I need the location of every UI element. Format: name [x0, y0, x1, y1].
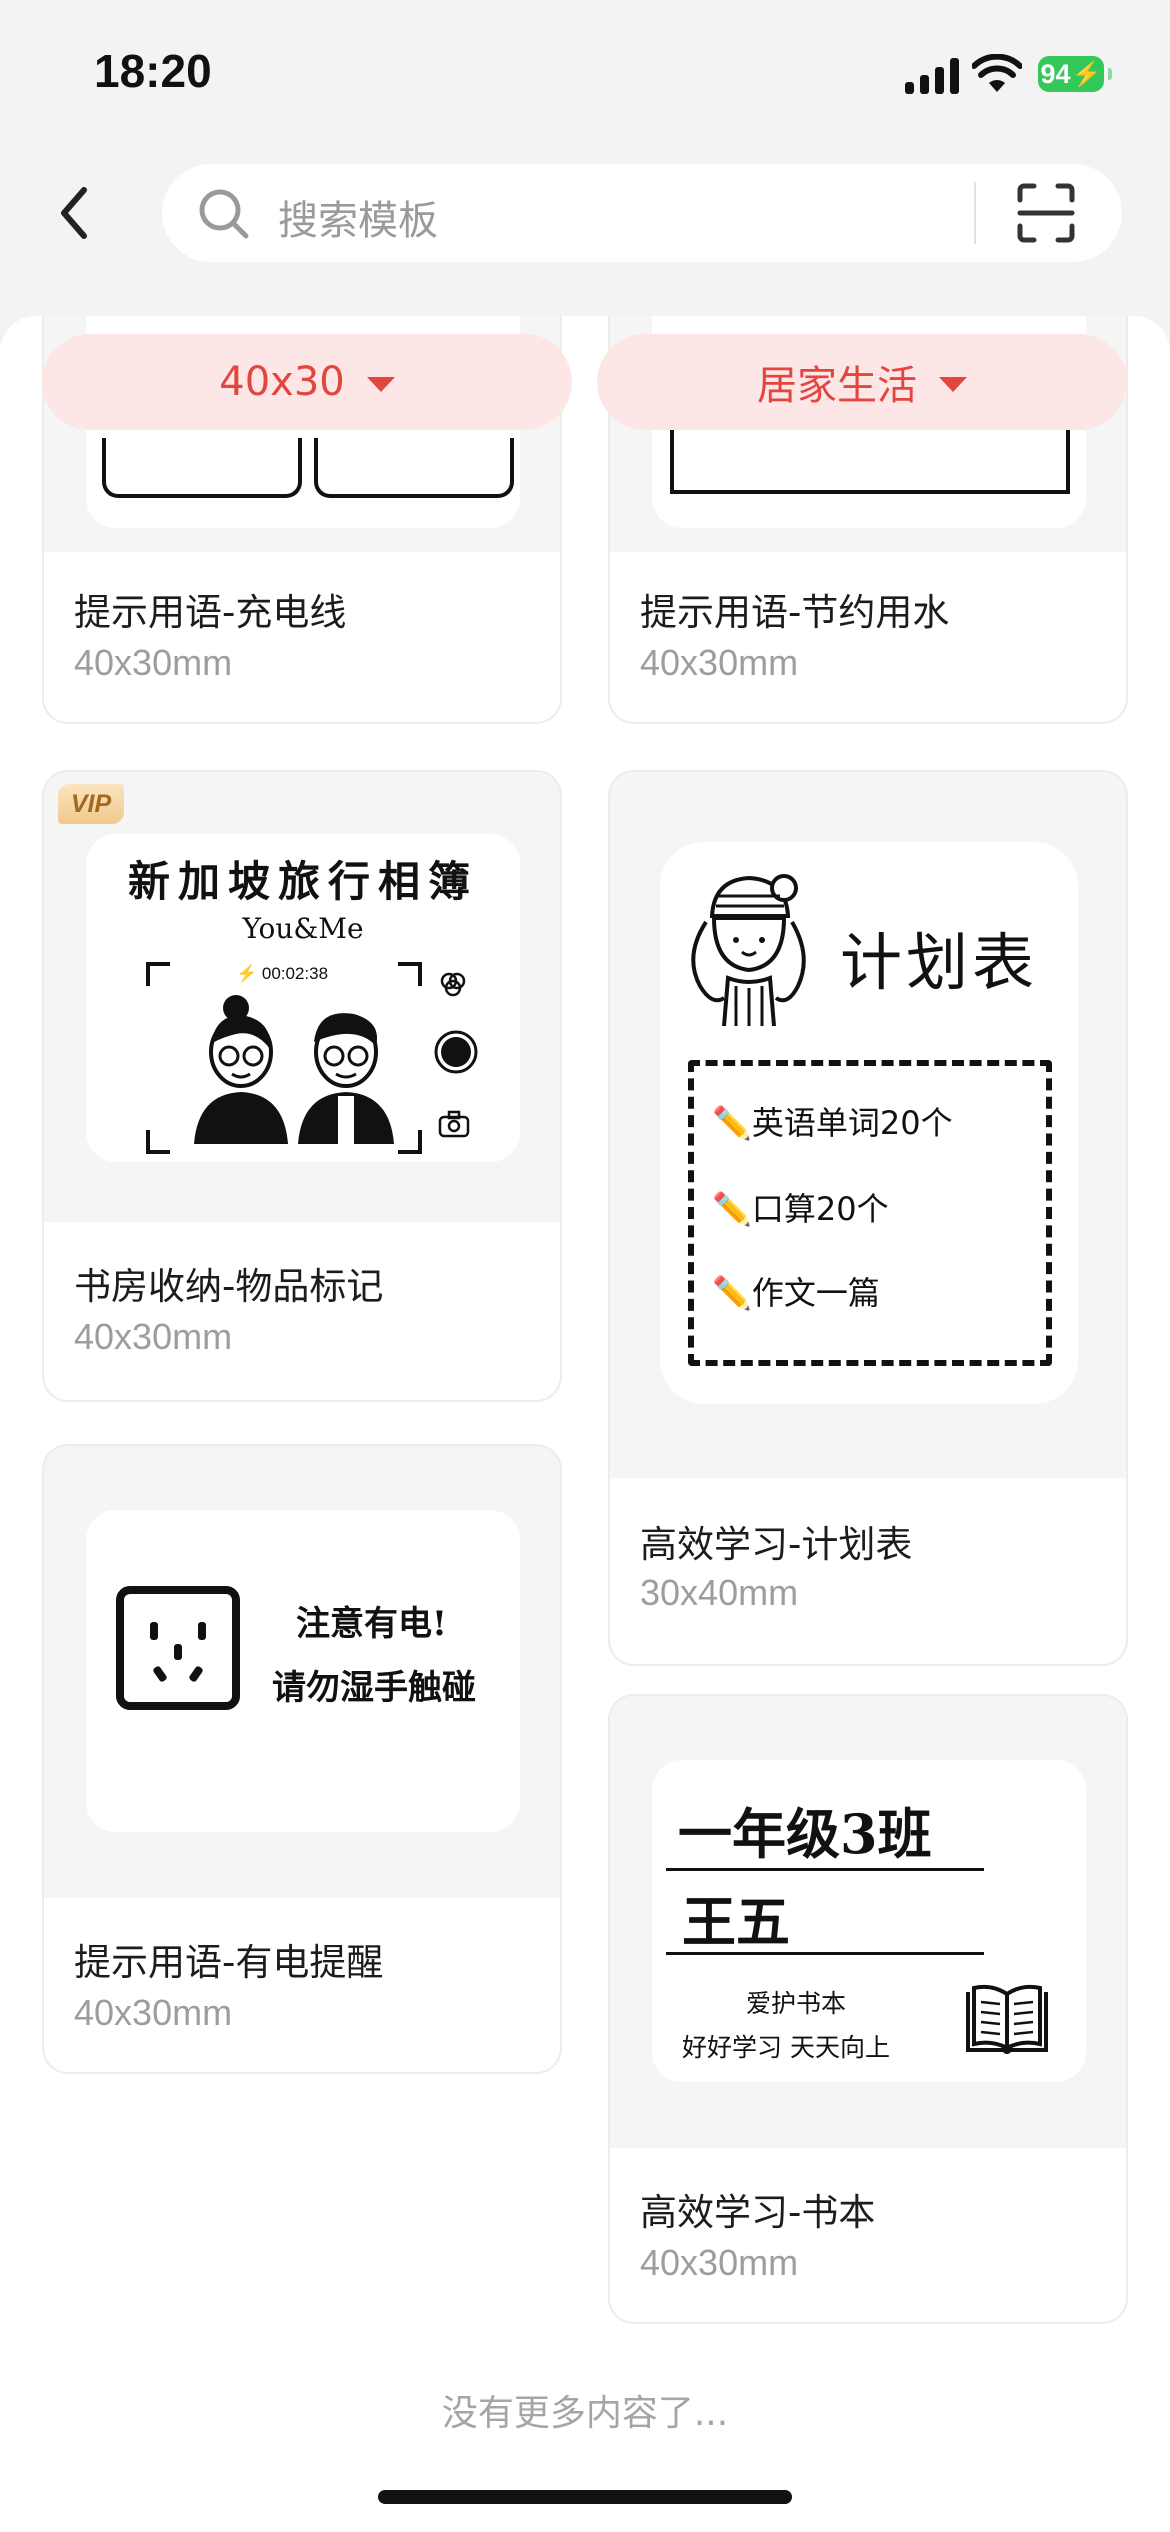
preview-line: 注意有电! — [296, 1604, 447, 1644]
template-card[interactable]: 计划表 ✏️英语单词20个 ✏️口算20个 ✏️作文一篇 高效学习-计划表 30… — [608, 770, 1128, 1666]
camera-icon — [438, 1110, 470, 1138]
card-title: 高效学习-书本 — [640, 2191, 876, 2234]
cellular-signal-icon — [905, 58, 961, 94]
home-indicator — [378, 2490, 792, 2504]
girl-illustration — [691, 874, 806, 1026]
card-size: 40x30mm — [74, 642, 233, 683]
preview-line: 一年级3班 — [678, 1802, 932, 1866]
template-thumbnail: 注意有电! 请勿湿手触碰 — [44, 1446, 560, 1898]
socket-icon — [116, 1586, 240, 1710]
preview-line: 请勿湿手触碰 — [272, 1668, 476, 1708]
card-size: 30x40mm — [640, 1572, 799, 1613]
template-thumbnail: 一年级3班 王五 爱护书本 好好学习 天天向上 — [610, 1696, 1126, 2148]
template-card[interactable]: 一年级3班 王五 爱护书本 好好学习 天天向上 高效学习-书本 40x30mm — [608, 1694, 1128, 2324]
preview-subheading: You&Me — [242, 912, 364, 945]
search-icon — [199, 189, 249, 239]
shutter-icon — [434, 1030, 478, 1074]
preview-timer: ⚡ 00:02:38 — [236, 964, 329, 983]
template-thumbnail: 计划表 ✏️英语单词20个 ✏️口算20个 ✏️作文一篇 — [610, 772, 1126, 1478]
preview-line: 好好学习 天天向上 — [682, 2033, 890, 2062]
preview-line: 爱护书本 — [746, 1989, 847, 2018]
filter-icon — [440, 972, 466, 997]
label-preview: 新加坡旅行相簿 You&Me ⚡ 00:02:38 — [86, 834, 520, 1162]
search-bar[interactable]: 搜索模板 — [162, 164, 1122, 262]
size-filter[interactable]: 40x30 — [42, 334, 572, 430]
template-thumbnail: 新加坡旅行相簿 You&Me ⚡ 00:02:38 VIP — [44, 772, 560, 1222]
caret-down-icon — [366, 376, 395, 392]
caret-down-icon — [939, 376, 967, 392]
checklist-item: ✏️英语单词20个 — [712, 1104, 953, 1142]
checklist-item: ✏️口算20个 — [712, 1190, 889, 1228]
preview-timer-text: 00:02:38 — [261, 964, 329, 983]
couple-illustration — [194, 995, 394, 1144]
card-title: 高效学习-计划表 — [640, 1523, 913, 1566]
preview-line: 王五 — [682, 1890, 790, 1954]
template-sheet: 40x30 居家生活 提示用语-充电线 40x30mm 提示用语-节约用水 40… — [0, 316, 1170, 2532]
preview-heading: 新加坡旅行相簿 — [127, 857, 478, 906]
back-arrow-icon[interactable] — [50, 178, 100, 248]
category-filter[interactable]: 居家生活 — [597, 334, 1127, 430]
label-preview: 一年级3班 王五 爱护书本 好好学习 天天向上 — [652, 1760, 1086, 2082]
status-time: 18:20 — [94, 45, 212, 97]
search-divider — [974, 182, 976, 244]
label-preview: 注意有电! 请勿湿手触碰 — [86, 1510, 520, 1832]
end-of-list-text: 没有更多内容了... — [441, 2393, 729, 2434]
battery-level: 94 — [1040, 58, 1071, 89]
card-title: 提示用语-节约用水 — [640, 591, 950, 634]
card-size: 40x30mm — [640, 642, 799, 683]
template-card[interactable]: 注意有电! 请勿湿手触碰 提示用语-有电提醒 40x30mm — [42, 1444, 562, 2074]
label-preview: 计划表 ✏️英语单词20个 ✏️口算20个 ✏️作文一篇 — [660, 842, 1078, 1404]
category-filter-label: 居家生活 — [757, 363, 917, 409]
checklist-box: ✏️英语单词20个 ✏️口算20个 ✏️作文一篇 — [688, 1060, 1052, 1366]
size-filter-label: 40x30 — [219, 359, 345, 405]
book-icon — [966, 1984, 1048, 2054]
card-size: 40x30mm — [74, 1992, 233, 2033]
search-input[interactable]: 搜索模板 — [278, 188, 438, 246]
status-bar: 18:20 94 ⚡ — [0, 0, 1170, 150]
card-size: 40x30mm — [74, 1316, 233, 1357]
card-title: 提示用语-充电线 — [74, 591, 347, 634]
scan-icon[interactable] — [1016, 182, 1076, 244]
wifi-icon — [972, 54, 1022, 92]
checklist-item: ✏️作文一篇 — [712, 1274, 880, 1312]
card-title: 提示用语-有电提醒 — [74, 1941, 384, 1984]
battery-icon: 94 ⚡ — [1038, 56, 1112, 92]
card-size: 40x30mm — [640, 2242, 799, 2283]
card-title: 书房收纳-物品标记 — [74, 1265, 384, 1308]
vip-badge: VIP — [58, 784, 124, 824]
preview-heading: 计划表 — [840, 926, 1039, 999]
template-card[interactable]: 新加坡旅行相簿 You&Me ⚡ 00:02:38 VIP 书房收纳-物品标记 … — [42, 770, 562, 1402]
